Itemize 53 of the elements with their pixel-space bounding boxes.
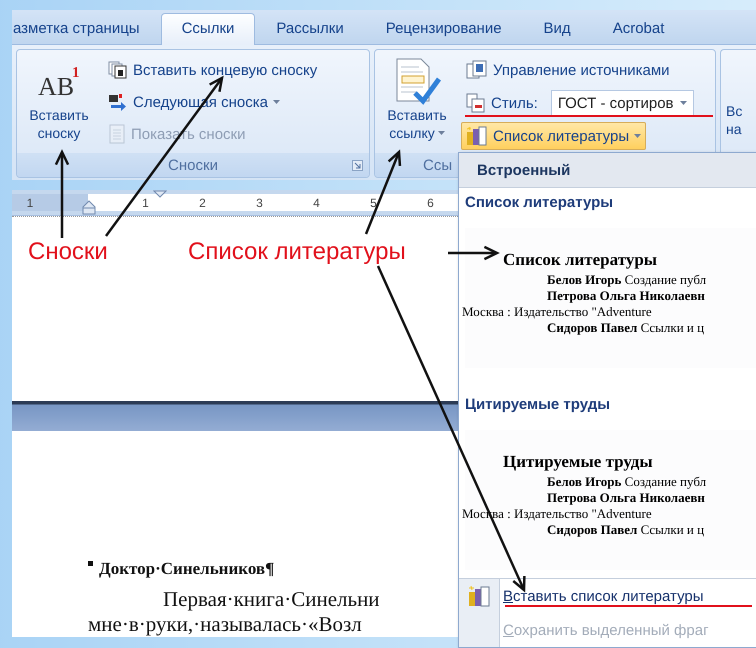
ribbon-button[interactable]: Управление источниками (461, 56, 675, 84)
caret-icon (634, 134, 642, 138)
page-icon (108, 124, 126, 144)
ruler-number: 4 (313, 196, 320, 210)
style-label: Стиль: (461, 88, 543, 118)
ruler-number: 1 (142, 196, 149, 210)
bibliography-entry: Москва : Издательство "Adventure (462, 304, 652, 319)
preview-heading: Список литературы (503, 250, 658, 269)
bibliography-entry: Петрова Ольга Николаевн (547, 288, 705, 303)
arrow (448, 246, 500, 260)
ribbon-button[interactable]: Список литературы (461, 122, 646, 150)
caret-icon (272, 100, 280, 104)
bibliography-entry: Белов Игорь Создание публ (547, 474, 706, 489)
ruler-number: 5 (370, 196, 377, 210)
group-label: Ссы (423, 156, 452, 174)
ruler-number: 1 (26, 196, 34, 210)
document-icon (466, 93, 486, 113)
annotation-label: Сноски (28, 238, 108, 266)
pages-icon (108, 61, 128, 79)
bullet-mark (88, 561, 93, 566)
group-label: Сноски (168, 156, 218, 174)
documents-icon (466, 60, 488, 80)
style-dropdown[interactable]: ГОСТ - сортиров (550, 90, 694, 116)
section-title: Цитируемые труды (465, 396, 610, 413)
bibliography-entry: Белов Игорь Создание публ (547, 272, 706, 287)
preview-heading: Цитируемые труды (503, 452, 653, 471)
menu-item[interactable]: Вставить список литературы (503, 588, 704, 604)
ruler-number: 6 (427, 196, 434, 210)
document-paragraph: Первая·книга·Синельни мне·в·руки,·называлась·«Возл (88, 586, 381, 637)
ribbon-tab[interactable]: Рецензирование (364, 13, 523, 44)
insert-button[interactable]: Вставить ссылку (379, 54, 455, 153)
ribbon-tab[interactable]: Вид (522, 13, 592, 44)
bibliography-entry: Сидоров Павел Ссылки и ц (547, 522, 704, 537)
caret-icon (438, 131, 445, 136)
books-icon (466, 126, 488, 146)
next-footnote-icon (108, 93, 128, 111)
launcher-icon[interactable] (352, 160, 363, 171)
bibliography-entry: Петрова Ольга Николаевн (547, 490, 705, 505)
ruler-number: 3 (256, 196, 263, 210)
ribbon-tab[interactable]: азметка страницы (12, 13, 161, 44)
caret-icon (680, 101, 687, 105)
ribbon-button[interactable]: Вставить концевую сноску (103, 56, 322, 84)
ribbon-tab[interactable]: Рассылки (255, 13, 365, 44)
ribbon-tab[interactable]: Ссылки (160, 13, 256, 45)
ribbon-tab[interactable]: Acrobat (592, 13, 686, 44)
annotation-label: Список литературы (188, 238, 406, 266)
menu-header: Встроенный (477, 162, 570, 178)
books-icon (467, 585, 491, 607)
section-title: Список литературы (465, 194, 614, 211)
document-heading: Доктор·Синельников¶ (99, 559, 274, 579)
indent-marker-icon[interactable] (153, 190, 167, 198)
bibliography-entry: Сидоров Павел Ссылки и ц (547, 320, 704, 335)
ruler-number: 2 (199, 196, 206, 210)
